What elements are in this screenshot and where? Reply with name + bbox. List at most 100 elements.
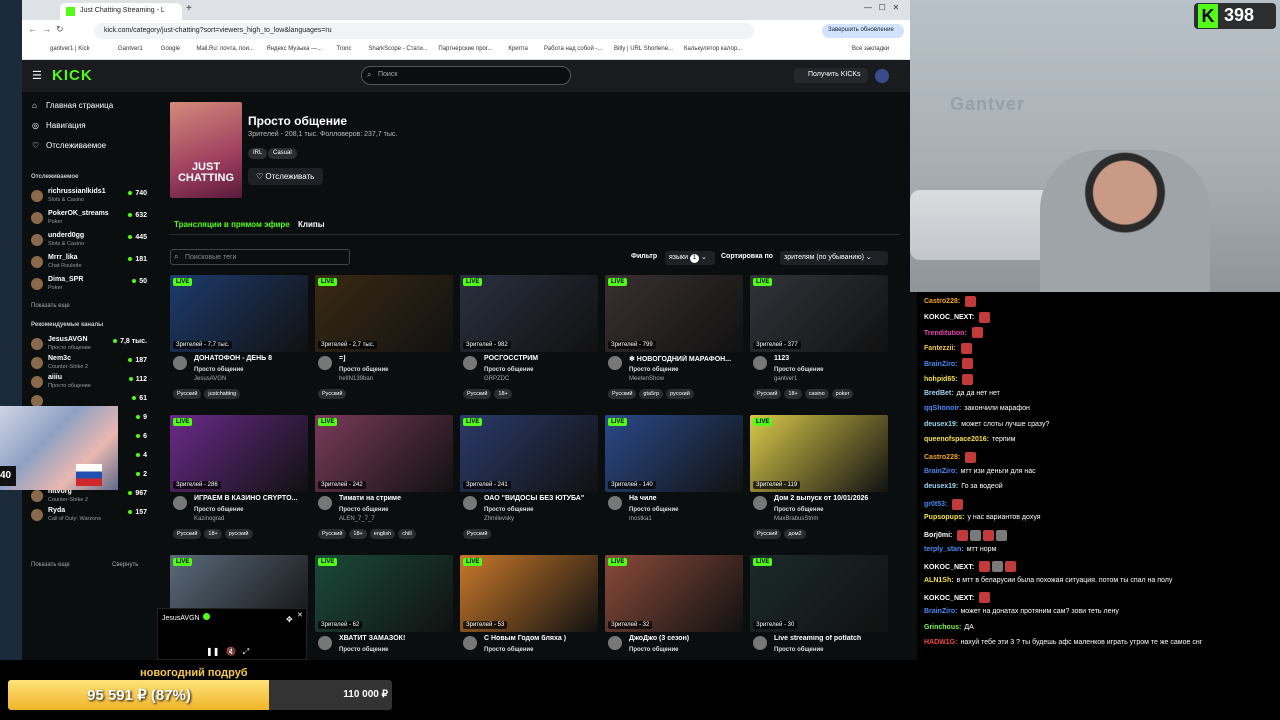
chat-username[interactable]: Trenditution: xyxy=(924,330,967,337)
chat-username[interactable]: Fantezzii: xyxy=(924,345,956,352)
stream-tag[interactable]: Русский xyxy=(318,389,347,399)
followed-channel[interactable]: richrussianlkids1 Slots & Casino 740 xyxy=(31,188,147,207)
chat-username[interactable]: KOKOC_NEXT: xyxy=(924,595,974,602)
stream-category[interactable]: Просто общение xyxy=(339,507,389,513)
bookmark-item[interactable]: gantver1 | Kick xyxy=(50,46,90,52)
nav-item[interactable]: ◎ Навигация xyxy=(32,121,86,130)
chat-username[interactable]: KOKOC_NEXT: xyxy=(924,314,974,321)
followed-channel[interactable]: Dima_SPR Poker 50 xyxy=(31,276,147,295)
stream-tag[interactable]: Русский xyxy=(173,529,202,539)
stream-tag[interactable]: english xyxy=(369,529,396,539)
avatar[interactable] xyxy=(318,356,332,370)
follow-button[interactable]: ♡ Отслеживать xyxy=(248,168,323,185)
bookmark-item[interactable]: Работа над собой -... xyxy=(544,46,602,52)
recommended-channel[interactable]: aiiiu Просто общение 112 xyxy=(31,374,147,393)
chat-username[interactable]: queenofspace2016: xyxy=(924,436,989,443)
url-input[interactable]: kick.com/category/just-chatting?sort=vie… xyxy=(94,23,754,39)
show-more-link[interactable]: Показать еще xyxy=(31,303,70,309)
stream-card[interactable]: LIVE Зрителей - 7,7 тыс. ДОНАТОФОН - ДЕНЬ … xyxy=(170,275,308,405)
stream-tag[interactable]: justchatting xyxy=(204,389,241,399)
stream-title[interactable]: ХВАТИТ ЗАМАЗОК! xyxy=(339,635,453,642)
stream-title[interactable]: РОСГОССТРИМ xyxy=(484,355,598,362)
window-controls[interactable]: — ☐ ✕ xyxy=(864,3,899,12)
chat-username[interactable]: deusex19: xyxy=(924,421,958,428)
avatar[interactable] xyxy=(173,356,187,370)
avatar[interactable] xyxy=(173,496,187,510)
chat-username[interactable]: qqShonoir: xyxy=(924,405,961,412)
chat-username[interactable]: Castro228: xyxy=(924,454,960,461)
bookmark-item[interactable]: Mail.Ru: почта, пои... xyxy=(196,46,254,52)
stream-category[interactable]: Просто общение xyxy=(339,647,389,653)
chat-username[interactable]: KOKOC_NEXT: xyxy=(924,564,974,571)
kick-logo[interactable]: KICK xyxy=(52,67,93,84)
avatar[interactable] xyxy=(608,356,622,370)
chat-username[interactable]: BrainZiro: xyxy=(924,608,957,615)
menu-icon[interactable]: ☰ xyxy=(32,69,42,82)
stream-thumbnail[interactable]: LIVE Зрителей - 377 xyxy=(750,275,888,352)
chat-username[interactable]: ALN1Sh: xyxy=(924,577,954,584)
stream-thumbnail[interactable]: LIVE Зрителей - 119 xyxy=(750,415,888,492)
stream-category[interactable]: Просто общение xyxy=(774,507,824,513)
nav-item[interactable]: ♡ Отслеживаемое xyxy=(32,141,106,150)
avatar[interactable] xyxy=(753,356,767,370)
bookmark-item[interactable]: Google xyxy=(161,46,180,52)
stream-category[interactable]: Просто общение xyxy=(629,647,679,653)
stream-title[interactable]: ДжоДжо (3 сезон) xyxy=(629,635,743,642)
mini-player[interactable]: JesusAVGN ✥ ✕ ❚❚ 🔇 ⤢ xyxy=(157,608,307,660)
collapse-link[interactable]: Свернуть xyxy=(112,562,138,568)
nav-item[interactable]: ⌂ Главная страница xyxy=(32,101,113,110)
avatar[interactable] xyxy=(318,496,332,510)
followed-channel[interactable]: underd0gg Slots & Casino 445 xyxy=(31,232,147,251)
streamer-name[interactable]: Zhmilevsky xyxy=(484,516,514,522)
new-tab-icon[interactable]: + xyxy=(186,3,192,14)
chat-username[interactable]: BrainZiro: xyxy=(924,361,957,368)
stream-thumbnail[interactable]: LIVE Зрителей - 140 xyxy=(605,415,743,492)
bookmark-item[interactable]: Все закладки xyxy=(852,46,889,52)
stream-tag[interactable]: gta5rp xyxy=(639,389,664,399)
streamer-name[interactable]: Kazinograd xyxy=(194,516,224,522)
stream-tag[interactable]: casino xyxy=(804,389,829,399)
get-kicks-button[interactable]: Получить KICKs xyxy=(794,68,868,83)
bookmark-item[interactable]: Крипта xyxy=(508,46,527,52)
stream-thumbnail[interactable]: LIVE Зрителей - 62 xyxy=(315,555,453,632)
stream-category[interactable]: Просто общение xyxy=(774,647,824,653)
streamer-name[interactable]: MaxBrabusStrim xyxy=(774,516,818,522)
stream-category[interactable]: Просто общение xyxy=(339,367,389,373)
tag-search-input[interactable]: Поисковые теги xyxy=(170,249,350,265)
followed-channel[interactable]: PokerOK_streams Poker 632 xyxy=(31,210,147,229)
streamer-name[interactable]: MeetenShow xyxy=(629,376,664,382)
tab-clips[interactable]: Клипы xyxy=(298,220,325,229)
show-more-link[interactable]: Показать еще xyxy=(31,562,70,568)
avatar[interactable] xyxy=(753,496,767,510)
stream-card[interactable]: LIVE Зрителей - 2,7 тыс. =] Просто общение h… xyxy=(315,275,453,405)
stream-card[interactable]: LIVE Зрителей - 30 Live streaming of potla… xyxy=(750,555,888,660)
stream-card[interactable]: LIVE Зрителей - 982 РОСГОССТРИМ Просто обще… xyxy=(460,275,598,405)
chat-username[interactable]: deusex19: xyxy=(924,483,958,490)
stream-card[interactable]: LIVE Зрителей - 799 ❄ НОВОГОДНИЙ МАРАФОН..… xyxy=(605,275,743,405)
stream-tag[interactable]: Русский xyxy=(753,389,782,399)
stream-tag[interactable]: chill xyxy=(398,529,416,539)
chat-username[interactable]: terply_stan: xyxy=(924,546,964,553)
stream-thumbnail[interactable]: LIVE Зрителей - 242 xyxy=(315,415,453,492)
stream-category[interactable]: Просто общение xyxy=(629,507,679,513)
stream-title[interactable]: =] xyxy=(339,355,453,362)
stream-title[interactable]: Live streaming of potlatch xyxy=(774,635,888,642)
stream-card[interactable]: LIVE Зрителей - 377 1123 Просто общение gant… xyxy=(750,275,888,405)
stream-title[interactable]: 1123 xyxy=(774,355,888,362)
streamer-name[interactable]: gantver1 xyxy=(774,376,797,382)
stream-thumbnail[interactable]: LIVE Зрителей - 241 xyxy=(460,415,598,492)
stream-card[interactable]: LIVE Зрителей - 242 Тимати на стриме Просто… xyxy=(315,415,453,545)
chat-username[interactable]: BrainZiro: xyxy=(924,468,957,475)
stream-thumbnail[interactable]: LIVE Зрителей - 286 xyxy=(170,415,308,492)
stream-card[interactable]: LIVE Зрителей - 62 ХВАТИТ ЗАМАЗОК! Просто о… xyxy=(315,555,453,660)
recommended-channel[interactable]: Nem3c Counter-Strike 2 187 xyxy=(31,355,147,374)
playback-controls[interactable]: ❚❚ 🔇 ⤢ xyxy=(206,647,249,657)
streamer-name[interactable]: JesusAVGN xyxy=(194,376,226,382)
update-button[interactable]: Завершить обновление xyxy=(822,24,904,38)
chat-username[interactable]: HADW1G: xyxy=(924,639,957,646)
stream-tag[interactable]: 18+ xyxy=(204,529,222,539)
stream-title[interactable]: ❄ НОВОГОДНИЙ МАРАФОН... xyxy=(629,355,743,363)
stream-card[interactable]: LIVE Зрителей - 119 Дом 2 выпуск от 10/01/… xyxy=(750,415,888,545)
streamer-name[interactable]: mostka1 xyxy=(629,516,652,522)
avatar[interactable] xyxy=(463,636,477,650)
